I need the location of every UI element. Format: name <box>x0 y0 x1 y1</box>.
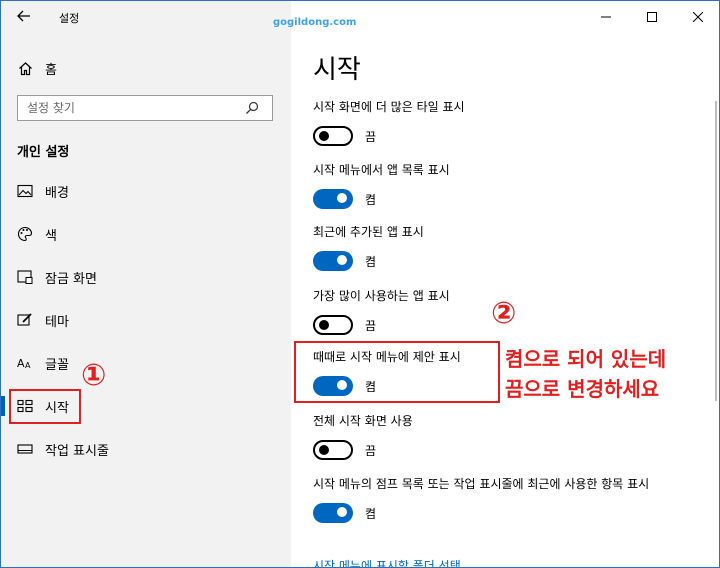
toggle-state-text: 끔 <box>365 443 377 458</box>
setting-label: 최근에 추가된 앱 표시 <box>313 225 424 239</box>
back-button[interactable] <box>9 5 39 29</box>
sidebar: 설정 홈 개인 설정 배경 색 <box>1 1 291 567</box>
toggle-switch[interactable] <box>313 126 353 146</box>
sidebar-item-label: 테마 <box>45 314 69 330</box>
minimize-button[interactable] <box>583 1 629 33</box>
font-icon: AA <box>17 355 33 371</box>
home-nav[interactable]: 홈 <box>17 57 57 79</box>
toggle-switch[interactable] <box>313 315 353 335</box>
settings-window: 설정 홈 개인 설정 배경 색 <box>0 0 720 568</box>
maximize-button[interactable] <box>629 1 675 33</box>
picture-icon <box>17 183 33 199</box>
toggle-switch[interactable] <box>313 251 353 271</box>
back-arrow-icon <box>17 10 30 22</box>
sidebar-item-label: 작업 표시줄 <box>45 443 109 459</box>
setting-full-screen: 전체 시작 화면 사용 끔 <box>313 413 713 460</box>
home-label: 홈 <box>45 62 57 78</box>
theme-brush-icon <box>17 312 33 328</box>
minimize-icon <box>601 16 611 18</box>
setting-label: 전체 시작 화면 사용 <box>313 414 413 428</box>
title-bar: 설정 <box>1 1 291 33</box>
toggle-state-text: 끔 <box>365 318 377 333</box>
annotation-box-suggestions <box>294 341 500 403</box>
setting-jump-lists: 시작 메뉴의 점프 목록 또는 작업 표시줄에 최근에 사용한 항목 표시 켬 <box>313 476 697 523</box>
toggle-switch[interactable] <box>313 440 353 460</box>
scrollbar[interactable] <box>715 101 717 401</box>
sidebar-item-taskbar[interactable]: 작업 표시줄 <box>1 433 291 465</box>
main-panel: gogildong.com 시작 시작 화면에 더 많은 타일 표시 끔 시작 … <box>273 1 719 567</box>
annotation-box-start <box>9 389 81 424</box>
sidebar-item-fonts[interactable]: AA 글꼴 <box>1 347 291 379</box>
search-icon[interactable] <box>242 98 262 118</box>
setting-recently-added: 최근에 추가된 앱 표시 켬 <box>313 224 713 271</box>
search-box[interactable] <box>17 95 273 121</box>
toggle-switch[interactable] <box>313 503 353 523</box>
search-input[interactable] <box>18 101 242 115</box>
sidebar-item-lock-screen[interactable]: 잠금 화면 <box>1 261 291 293</box>
maximize-icon <box>647 12 657 22</box>
close-button[interactable] <box>675 1 719 33</box>
toggle-state-text: 켬 <box>365 254 377 269</box>
watermark: gogildong.com <box>273 17 357 28</box>
setting-more-tiles: 시작 화면에 더 많은 타일 표시 끔 <box>313 99 713 146</box>
home-icon <box>17 60 33 76</box>
app-title: 설정 <box>59 12 80 25</box>
toggle-state-text: 켬 <box>365 506 377 521</box>
close-icon <box>693 12 703 22</box>
choose-folders-link[interactable]: 시작 메뉴에 표시할 폴더 선택 <box>313 557 461 567</box>
setting-label: 시작 화면에 더 많은 타일 표시 <box>313 100 465 114</box>
sidebar-item-background[interactable]: 배경 <box>1 175 291 207</box>
setting-app-list: 시작 메뉴에서 앱 목록 표시 켬 <box>313 162 713 209</box>
sidebar-item-label: 색 <box>45 228 57 244</box>
taskbar-icon <box>17 441 33 457</box>
sidebar-item-label: 글꼴 <box>45 357 69 373</box>
toggle-state-text: 끔 <box>365 129 377 144</box>
palette-icon <box>17 226 33 242</box>
sidebar-item-label: 배경 <box>45 185 69 201</box>
sidebar-item-theme[interactable]: 테마 <box>1 304 291 336</box>
annotation-text-1: 켬으로 되어 있는데 <box>505 347 667 371</box>
svg-text:A: A <box>17 357 25 370</box>
annotation-number-2: ② <box>491 296 517 331</box>
lock-screen-icon <box>17 269 33 285</box>
sidebar-item-label: 잠금 화면 <box>45 271 97 287</box>
setting-label: 시작 메뉴에서 앱 목록 표시 <box>313 163 450 177</box>
toggle-state-text: 켬 <box>365 192 377 207</box>
sidebar-item-color[interactable]: 색 <box>1 218 291 250</box>
window-controls <box>583 1 719 33</box>
setting-label: 시작 메뉴의 점프 목록 또는 작업 표시줄에 최근에 사용한 항목 표시 <box>313 477 650 491</box>
annotation-number-1: ① <box>81 358 107 393</box>
annotation-text-2: 끔으로 변경하세요 <box>505 377 660 401</box>
toggle-switch[interactable] <box>313 189 353 209</box>
page-title: 시작 <box>313 55 361 85</box>
section-title: 개인 설정 <box>17 145 70 160</box>
svg-text:A: A <box>25 361 31 370</box>
